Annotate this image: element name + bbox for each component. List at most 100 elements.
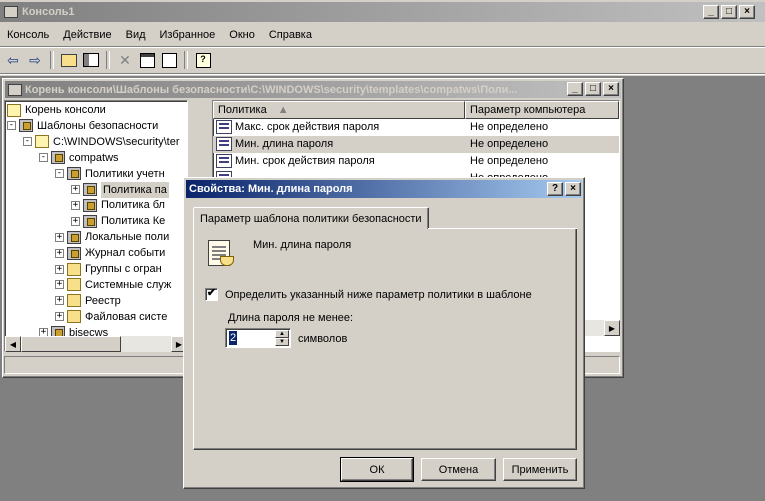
policy-value-cell: Не определено xyxy=(470,155,549,167)
apply-label: Применить xyxy=(511,463,569,476)
expand-icon[interactable]: + xyxy=(55,296,64,306)
policy-folder-icon xyxy=(83,198,97,212)
folder-open-icon xyxy=(35,135,49,149)
spin-up-button[interactable]: ▲ xyxy=(275,330,289,338)
menu-help[interactable]: Справка xyxy=(262,25,319,45)
dialog-title: Свойства: Мин. длина пароля xyxy=(189,183,353,195)
expand-icon[interactable]: + xyxy=(71,216,80,226)
policy-row[interactable]: Макс. срок действия пароля Не определено xyxy=(213,119,619,136)
tree-pane[interactable]: Корень консоли - Шаблоны безопасности - C:\W… xyxy=(4,100,188,352)
policy-row[interactable]: Мин. длина пароля Не определено xyxy=(213,136,619,153)
collapse-icon[interactable]: - xyxy=(23,137,32,147)
help-button[interactable]: ? xyxy=(547,182,563,196)
child-title-bar[interactable]: Корень консоли\Шаблоны безопасности\C:\W… xyxy=(5,81,621,98)
delete-icon[interactable]: ✕ xyxy=(114,49,136,71)
tree-item-label: Корень консоли xyxy=(25,104,106,116)
ok-button[interactable]: ОК xyxy=(340,457,414,482)
tree-item[interactable]: - C:\WINDOWS\security\ter xyxy=(23,134,180,150)
tree-item[interactable]: + Политика па xyxy=(71,181,169,198)
child-maximize-button[interactable]: □ xyxy=(585,82,601,96)
password-length-value[interactable]: 2 xyxy=(229,331,238,345)
tree-item[interactable]: + Файловая систе xyxy=(55,309,167,325)
tree-item-label: Политики учетн xyxy=(85,167,165,180)
folder-icon xyxy=(67,294,81,308)
expand-icon[interactable]: + xyxy=(55,312,64,322)
cancel-label: Отмена xyxy=(438,463,479,476)
expand-icon[interactable]: + xyxy=(55,248,64,258)
up-folder-icon[interactable] xyxy=(58,49,80,71)
collapse-icon[interactable]: - xyxy=(7,121,16,131)
expand-icon[interactable]: + xyxy=(55,264,64,274)
tree-item-label: Политика па xyxy=(101,181,169,198)
tree-item[interactable]: - Политики учетн xyxy=(55,166,165,182)
show-tree-icon[interactable] xyxy=(80,49,102,71)
collapse-icon[interactable]: - xyxy=(39,153,48,163)
column-header-computer[interactable]: Параметр компьютера xyxy=(465,101,619,119)
define-policy-checkbox[interactable]: ✔ xyxy=(205,288,218,301)
menu-console[interactable]: Консоль xyxy=(0,25,56,45)
define-policy-label[interactable]: Определить указанный ниже параметр полит… xyxy=(225,289,532,301)
expand-icon[interactable]: + xyxy=(71,185,80,194)
tree-item[interactable]: - compatws xyxy=(39,150,119,166)
cancel-button[interactable]: Отмена xyxy=(421,458,496,481)
tree-item[interactable]: + Системные служ xyxy=(55,277,171,293)
tree-item[interactable]: Корень консоли xyxy=(7,102,106,118)
expand-icon[interactable]: + xyxy=(55,280,64,290)
close-icon: × xyxy=(608,83,614,94)
back-arrow-icon[interactable]: ⇦ xyxy=(2,49,24,71)
tree-scrollbar[interactable]: ◀ ▶ xyxy=(5,336,187,352)
tree-item[interactable]: + Группы с огран xyxy=(55,261,162,277)
tree-item[interactable]: + Журнал событи xyxy=(55,245,165,261)
list-scrollbar[interactable]: ▶ xyxy=(584,320,620,336)
folder-icon xyxy=(67,262,81,276)
policy-value-cell: Не определено xyxy=(470,138,549,150)
toolbar-separator xyxy=(184,51,188,69)
collapse-icon[interactable]: - xyxy=(55,169,64,179)
tree-item[interactable]: + Локальные поли xyxy=(55,229,169,245)
policy-setting-icon xyxy=(216,120,232,134)
tab-security-template[interactable]: Параметр шаблона политики безопасности xyxy=(193,207,429,229)
policy-name-cell: Мин. длина пароля xyxy=(235,138,334,150)
tree-item-label: Локальные поли xyxy=(85,231,170,244)
export-list-icon[interactable] xyxy=(158,49,180,71)
tree-item-label: Группы с огран xyxy=(85,263,162,275)
template-icon xyxy=(51,151,65,165)
policy-row[interactable]: Мин. срок действия пароля Не определено xyxy=(213,153,619,170)
scroll-thumb[interactable] xyxy=(21,336,121,352)
menu-view[interactable]: Вид xyxy=(119,25,153,45)
properties-icon[interactable] xyxy=(136,49,158,71)
close-button[interactable]: × xyxy=(739,5,755,19)
scroll-left-button[interactable]: ◀ xyxy=(5,336,21,352)
minimize-button[interactable]: _ xyxy=(703,5,719,19)
menu-window[interactable]: Окно xyxy=(222,25,262,45)
app-icon xyxy=(4,6,18,18)
tree-item-label: Журнал событи xyxy=(85,247,166,260)
apply-button[interactable]: Применить xyxy=(503,458,577,481)
policy-name-cell: Мин. срок действия пароля xyxy=(235,155,375,167)
dialog-close-button[interactable]: × xyxy=(565,182,581,196)
column-header-policy[interactable]: Политика ▲ xyxy=(213,101,465,119)
app-title-bar[interactable]: Консоль1 xyxy=(0,2,765,22)
tree-item[interactable]: + Политика бл xyxy=(71,197,165,213)
tab-panel-top-edge xyxy=(428,228,577,229)
child-minimize-button[interactable]: _ xyxy=(567,82,583,96)
menu-action[interactable]: Действие xyxy=(56,25,118,45)
password-length-spinner[interactable]: 2 ▲ ▼ xyxy=(225,328,291,348)
expand-icon[interactable]: + xyxy=(71,200,80,210)
expand-icon[interactable]: + xyxy=(55,232,64,242)
help-icon[interactable]: ? xyxy=(192,49,214,71)
child-window-icon xyxy=(8,83,22,96)
maximize-button[interactable]: □ xyxy=(721,5,737,19)
child-window-controls: _ □ × xyxy=(567,82,619,96)
menu-favorites[interactable]: Избранное xyxy=(153,25,223,45)
tree-item[interactable]: + Реестр xyxy=(55,293,121,309)
forward-arrow-icon[interactable]: ⇨ xyxy=(24,49,46,71)
dialog-title-bar[interactable]: Свойства: Мин. длина пароля xyxy=(186,180,582,198)
toolbar: ⇦ ⇨ ✕ ? xyxy=(2,49,222,71)
tree-item[interactable]: - Шаблоны безопасности xyxy=(7,118,158,134)
spin-down-button[interactable]: ▼ xyxy=(275,338,289,346)
child-close-button[interactable]: × xyxy=(603,82,619,96)
app-title: Консоль1 xyxy=(22,6,75,18)
list-scroll-right-button[interactable]: ▶ xyxy=(604,320,620,336)
tree-item[interactable]: + Политика Ке xyxy=(71,213,165,229)
